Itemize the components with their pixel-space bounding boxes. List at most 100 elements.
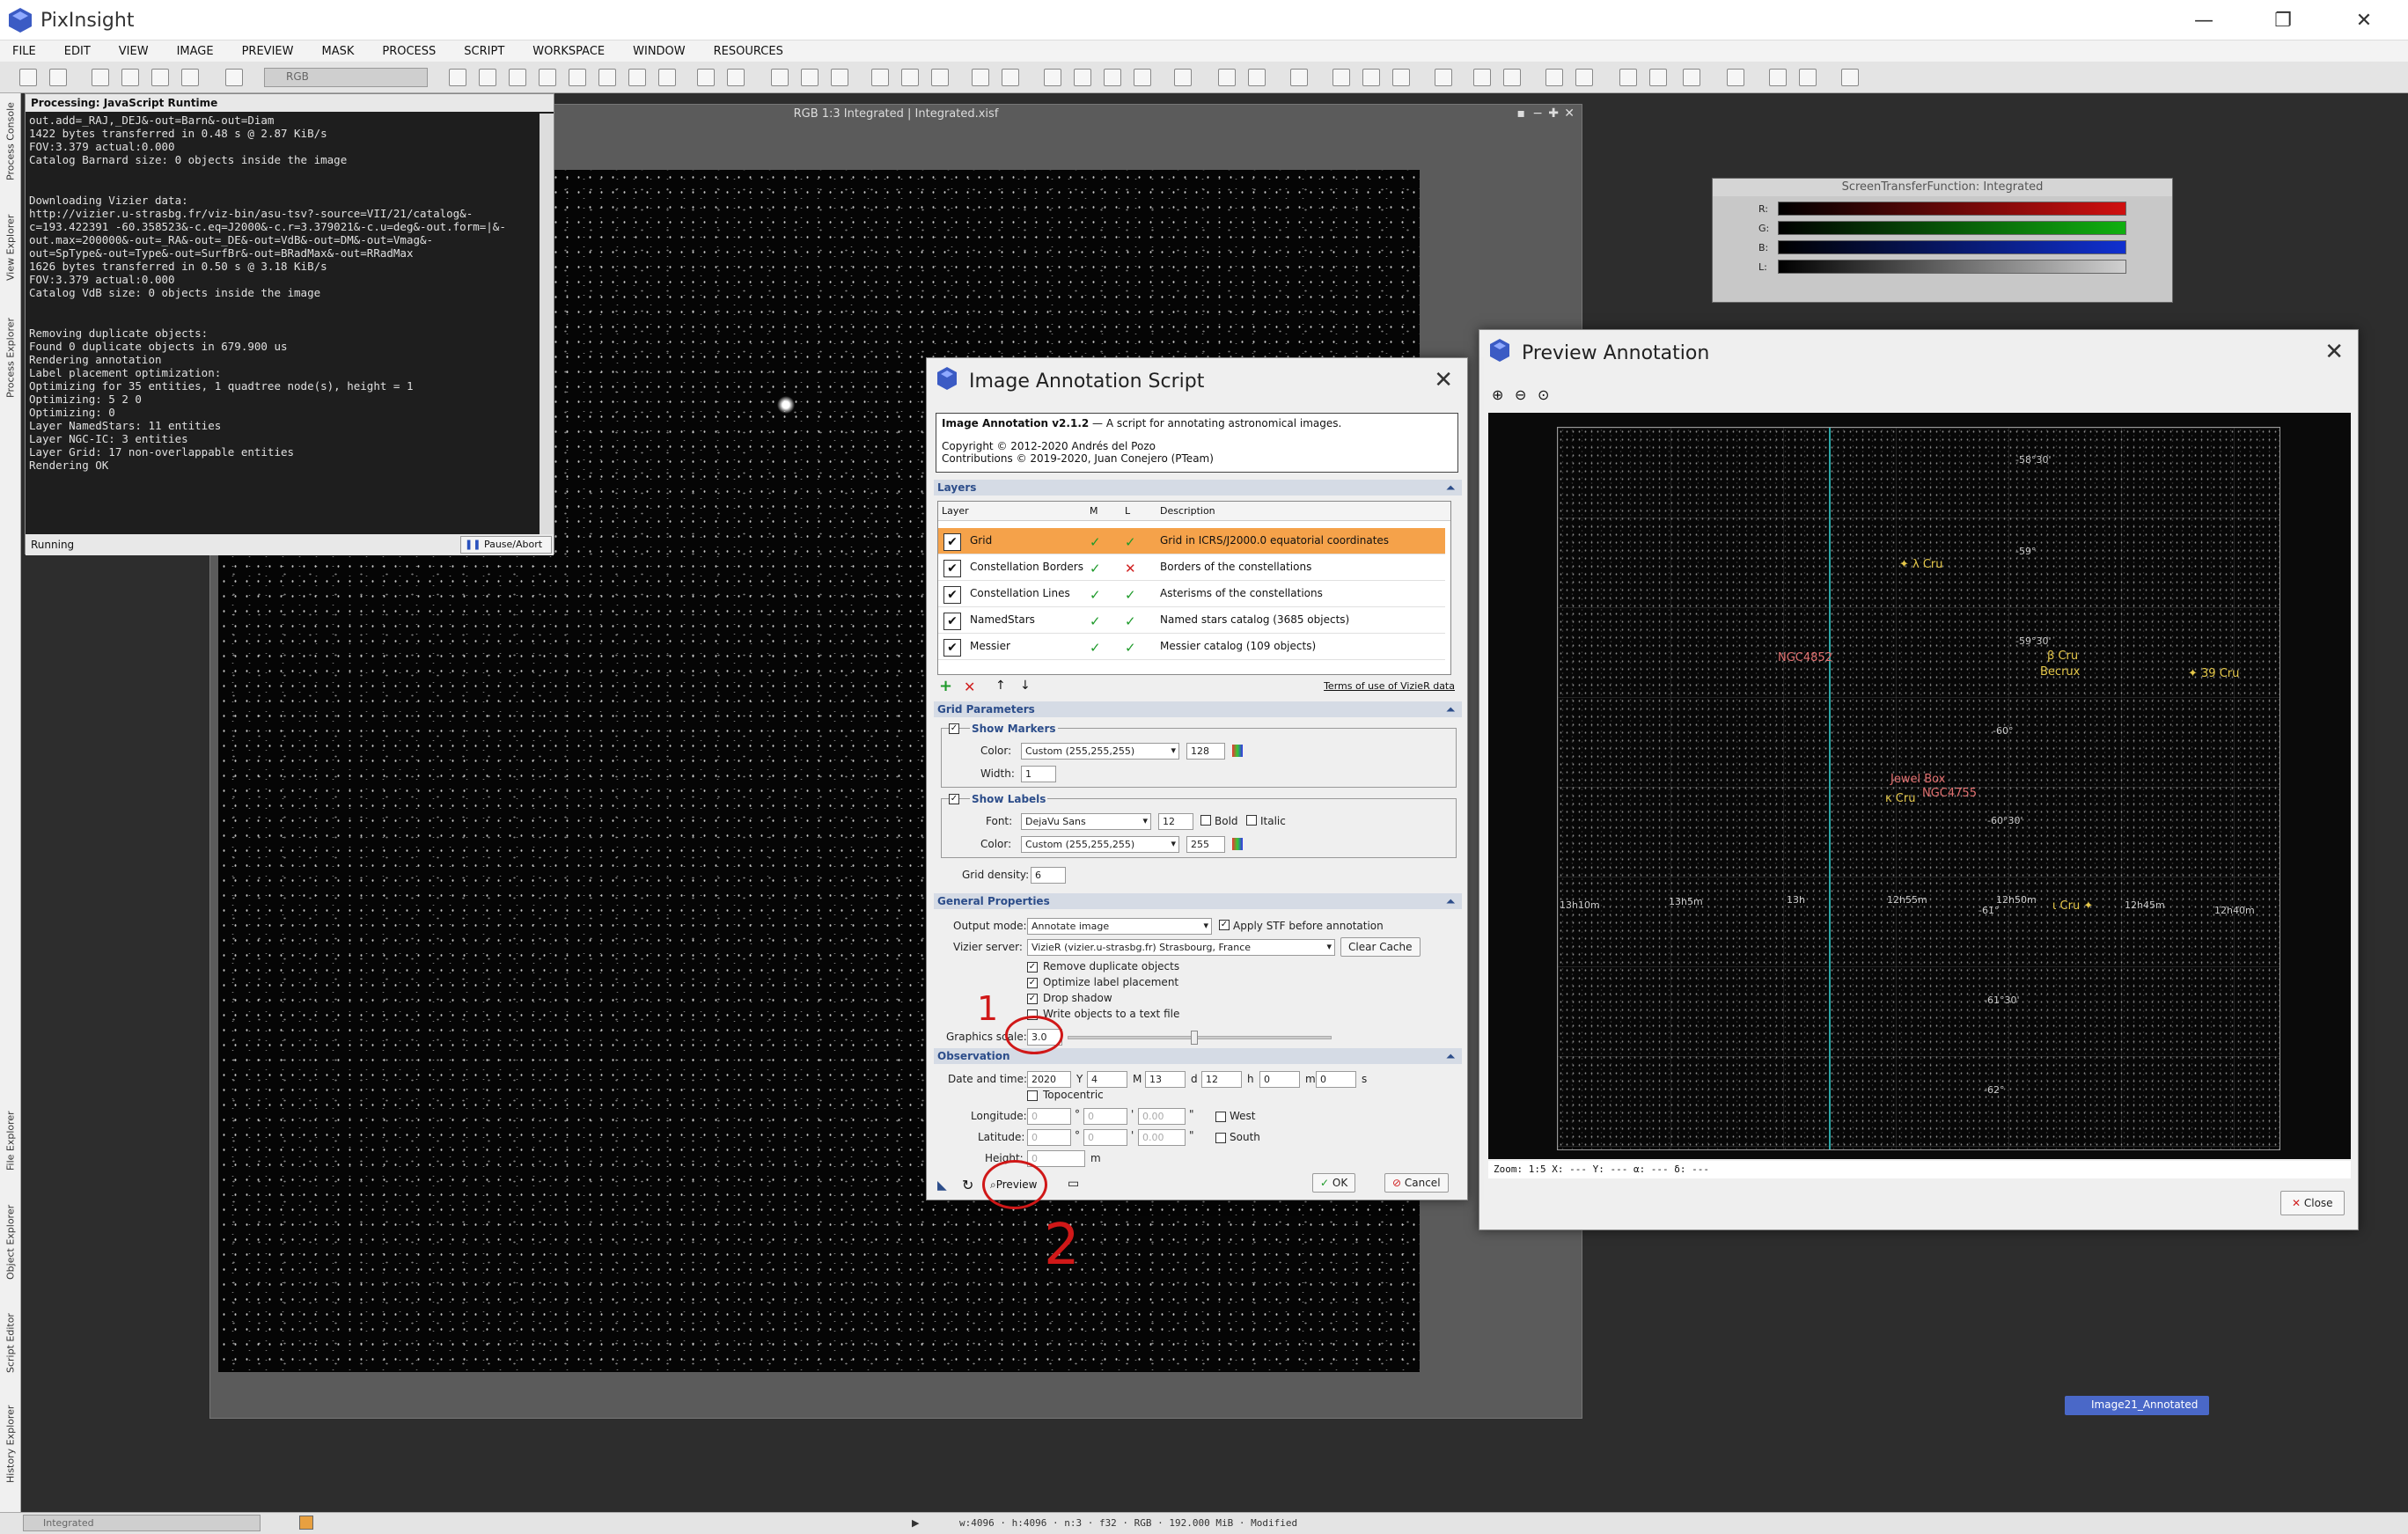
layer-row[interactable]: ✔ Messier ✓ ✓ Messier catalog (109 objec… (938, 634, 1445, 660)
close-icon[interactable]: ✕ (1564, 106, 1575, 121)
observation-header[interactable]: Observation ⏶ (934, 1048, 1462, 1064)
marker-width-field[interactable]: 1 (1021, 766, 1056, 782)
zoom-out-icon[interactable] (727, 69, 745, 86)
tool-icon[interactable] (871, 69, 889, 86)
layer-row[interactable]: ✔ NamedStars ✓ ✓ Named stars catalog (36… (938, 607, 1445, 634)
height-field[interactable]: 0 (1027, 1150, 1085, 1167)
menu-script[interactable]: SCRIPT (464, 45, 504, 58)
month-field[interactable]: 4 (1087, 1071, 1127, 1088)
layer-checkbox[interactable]: ✔ (943, 533, 961, 551)
longitude-sec[interactable]: 0.00 (1138, 1108, 1186, 1125)
optimize-labels-checkbox[interactable]: ✓ (1027, 978, 1038, 988)
layers-section-header[interactable]: Layers ⏶ (934, 480, 1462, 495)
tool-icon[interactable] (1473, 69, 1491, 86)
zoom-out-icon[interactable]: ⊖ (1515, 386, 1526, 403)
tool-icon[interactable] (1002, 69, 1019, 86)
reset-icon[interactable]: ↻ (962, 1177, 973, 1193)
layer-checkbox[interactable]: ✔ (943, 586, 961, 604)
vizier-server-combo[interactable]: VizieR (vizier.u-strasbg.fr) Strasbourg,… (1027, 939, 1335, 956)
latitude-sec[interactable]: 0.00 (1138, 1129, 1186, 1146)
year-field[interactable]: 2020 (1027, 1071, 1071, 1088)
stf-green-bar[interactable] (1778, 221, 2126, 235)
apply-stf-checkbox[interactable]: ✓ (1219, 920, 1230, 930)
menu-workspace[interactable]: WORKSPACE (532, 45, 605, 58)
layer-checkbox[interactable]: ✔ (943, 613, 961, 630)
pause-abort-button[interactable]: ❚❚ Pause/Abort (460, 536, 552, 554)
tool-icon[interactable] (1074, 69, 1091, 86)
tool-icon[interactable] (1545, 69, 1563, 86)
show-labels-checkbox[interactable]: ✓ (949, 794, 959, 804)
bold-checkbox[interactable] (1200, 815, 1211, 826)
marker-color-combo[interactable]: Custom (255,255,255) (1021, 743, 1179, 760)
tool-icon[interactable] (92, 69, 109, 86)
maximize-icon[interactable]: ✚ (1548, 106, 1559, 121)
south-checkbox[interactable] (1215, 1133, 1226, 1143)
status-icon[interactable] (299, 1516, 313, 1530)
menu-file[interactable]: FILE (12, 45, 36, 58)
preview-close-button[interactable]: ✕ Close (2280, 1191, 2345, 1215)
view-selector-combo[interactable]: Integrated (23, 1515, 261, 1531)
layer-row[interactable]: ✔ Constellation Borders ✓ ✕ Borders of t… (938, 554, 1445, 581)
day-field[interactable]: 13 (1145, 1071, 1186, 1088)
tool-icon[interactable] (121, 69, 139, 86)
tool-icon[interactable] (1332, 69, 1350, 86)
tool-icon[interactable] (1769, 69, 1787, 86)
tool-icon[interactable] (225, 69, 243, 86)
menu-preview[interactable]: PREVIEW (242, 45, 294, 58)
tool-icon[interactable] (1435, 69, 1452, 86)
menu-image[interactable]: IMAGE (177, 45, 214, 58)
taskbar-image-item[interactable]: Image21_Annotated (2065, 1396, 2209, 1415)
tab-process-console[interactable]: Process Console (2, 93, 19, 190)
tool-icon[interactable] (931, 69, 949, 86)
marker-alpha-field[interactable]: 128 (1186, 743, 1225, 760)
layer-row[interactable]: ✔ Grid ✓ ✓ Grid in ICRS/J2000.0 equatori… (938, 528, 1445, 554)
tool-icon[interactable] (628, 69, 646, 86)
west-checkbox[interactable] (1215, 1112, 1226, 1122)
graphics-scale-slider[interactable] (1068, 1036, 1332, 1039)
tool-icon[interactable] (1248, 69, 1266, 86)
zoom-icon[interactable] (509, 69, 526, 86)
tool-icon[interactable] (1174, 69, 1192, 86)
tool-icon[interactable] (1619, 69, 1637, 86)
second-field[interactable]: 0 (1316, 1071, 1356, 1088)
stf-blue-bar[interactable] (1778, 240, 2126, 254)
pan-icon[interactable] (539, 69, 556, 86)
pointer-icon[interactable] (449, 69, 466, 86)
zoom-out-icon[interactable] (801, 69, 819, 86)
move-down-icon[interactable]: ↓ (1020, 679, 1031, 693)
redo-icon[interactable] (49, 69, 67, 86)
restore-button[interactable]: ❐ (2248, 4, 2318, 37)
italic-checkbox[interactable] (1246, 815, 1257, 826)
tool-icon[interactable] (658, 69, 676, 86)
grid-density-field[interactable]: 6 (1031, 867, 1066, 884)
tool-icon[interactable] (1503, 69, 1521, 86)
tab-view-explorer[interactable]: View Explorer (2, 199, 19, 296)
label-color-combo[interactable]: Custom (255,255,255) (1021, 836, 1179, 853)
console-scrollbar[interactable] (540, 114, 554, 534)
tool-icon[interactable] (1104, 69, 1121, 86)
menu-resources[interactable]: RESOURCES (714, 45, 783, 58)
drop-shadow-checkbox[interactable]: ✓ (1027, 994, 1038, 1004)
menu-process[interactable]: PROCESS (382, 45, 436, 58)
zoom-in-icon[interactable] (771, 69, 789, 86)
longitude-min[interactable]: 0 (1083, 1108, 1127, 1125)
latitude-deg[interactable]: 0 (1027, 1129, 1071, 1146)
tab-script-editor[interactable]: Script Editor (2, 1299, 19, 1387)
longitude-deg[interactable]: 0 (1027, 1108, 1071, 1125)
label-alpha-field[interactable]: 255 (1186, 836, 1225, 853)
color-picker-icon[interactable] (1232, 838, 1243, 850)
zoom-1-1-icon[interactable] (831, 69, 848, 86)
show-markers-checkbox[interactable]: ✓ (949, 723, 959, 734)
tool-icon[interactable] (972, 69, 989, 86)
menu-mask[interactable]: MASK (321, 45, 354, 58)
remove-duplicates-checkbox[interactable]: ✓ (1027, 962, 1038, 973)
menu-window[interactable]: WINDOW (633, 45, 686, 58)
font-size-field[interactable]: 12 (1158, 813, 1193, 830)
layer-row[interactable]: ✔ Constellation Lines ✓ ✓ Asterisms of t… (938, 581, 1445, 607)
dialog-close-icon[interactable]: ✕ (1434, 367, 1453, 393)
tool-icon[interactable] (1134, 69, 1151, 86)
tool-icon[interactable] (1799, 69, 1817, 86)
layer-checkbox[interactable]: ✔ (943, 560, 961, 577)
color-picker-icon[interactable] (1232, 745, 1243, 757)
undo-icon[interactable] (19, 69, 37, 86)
